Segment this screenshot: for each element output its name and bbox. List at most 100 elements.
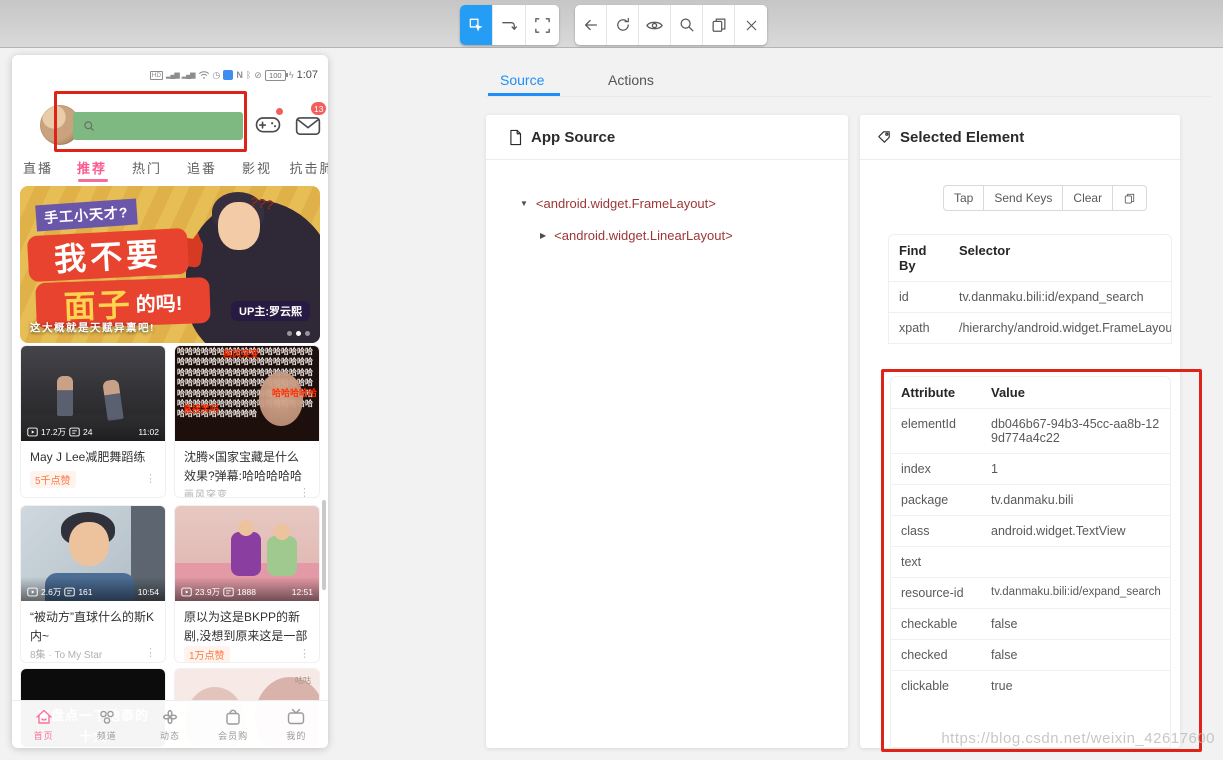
app-source-panel: App Source ▼ <android.widget.FrameLayout…	[486, 115, 848, 748]
table-row: package tv.danmaku.bili	[891, 484, 1170, 515]
session-toolbar	[575, 5, 767, 45]
mute-icon: ⊘	[254, 70, 262, 81]
attribute-key: resource-id	[891, 578, 981, 608]
swipe-by-coordinates-button[interactable]	[493, 5, 526, 45]
danmaku-count: 1888	[237, 587, 256, 597]
phone-scrollbar[interactable]	[322, 500, 326, 590]
video-thumbnail: 17.2万 24 11:02	[21, 346, 165, 441]
nav-shop[interactable]: 会员购	[202, 701, 265, 748]
nav-label: 会员购	[218, 729, 248, 742]
nav-channels[interactable]: 频道	[75, 701, 138, 748]
tree-node-linearlayout[interactable]: ▶ <android.widget.LinearLayout>	[540, 228, 733, 243]
signal2-icon: ▂▄▆	[182, 71, 195, 79]
attribute-value: false	[981, 640, 1170, 670]
frame-icon	[533, 16, 552, 35]
messages-button[interactable]	[295, 115, 321, 142]
table-row: elementId db046b67-94b3-45cc-aa8b-129d77…	[891, 408, 1170, 453]
tab-recommend[interactable]: 推荐	[68, 158, 116, 177]
find-by-value: tv.danmaku.bili:id/expand_search	[949, 282, 1171, 312]
card-menu-icon[interactable]: ⋮	[145, 474, 156, 485]
nav-label: 首页	[34, 729, 54, 742]
banner-carousel[interactable]: ??? 手工小天才? 我不要 面子 的吗! 这大概就是天赋异禀吧! UP主:罗云…	[20, 186, 320, 343]
tab-bangumi[interactable]: 追番	[178, 158, 226, 177]
notification-dot	[276, 108, 283, 115]
video-card[interactable]: 17.2万 24 11:02 May J Lee减肥舞蹈练版 5千点赞 ⋮	[20, 345, 166, 498]
tab-cinema[interactable]: 影视	[233, 158, 281, 177]
video-tag: 8集 · To My Star	[30, 646, 102, 661]
column-header: Value	[981, 377, 1170, 408]
table-row: xpath /hierarchy/android.widget.FrameLay…	[889, 312, 1171, 343]
copy-source-button[interactable]	[703, 5, 735, 45]
banner-badge: 手工小天才?	[35, 199, 137, 232]
attribute-key: class	[891, 516, 981, 546]
nfc-icon: N	[236, 70, 243, 80]
banner-title-text1: 我不要	[53, 229, 163, 281]
refresh-button[interactable]	[607, 5, 639, 45]
video-card[interactable]: 23.9万 1888 12:51 原以为这是BKPP的新剧,没想到原来这是一部超…	[174, 505, 320, 663]
carousel-dots[interactable]	[287, 331, 310, 336]
message-badge: 13	[311, 102, 326, 115]
banner-title-line1: 我不要	[27, 228, 189, 282]
copy-attributes-button[interactable]	[1112, 185, 1147, 211]
caret-down-icon[interactable]: ▼	[520, 199, 528, 208]
active-tab-underline	[78, 179, 108, 182]
status-time: 1:07	[297, 69, 318, 81]
search-bar-highlighted[interactable]	[73, 112, 243, 140]
table-header-row: Attribute Value	[891, 377, 1170, 408]
card-menu-icon[interactable]: ⋮	[145, 648, 156, 659]
screenshot-overlay-button[interactable]	[639, 5, 671, 45]
nav-mine[interactable]: 我的	[265, 701, 328, 748]
attribute-value: tv.danmaku.bili	[981, 485, 1170, 515]
tap-by-coordinates-button[interactable]	[526, 5, 559, 45]
tag-icon	[876, 129, 892, 145]
clear-button[interactable]: Clear	[1062, 185, 1113, 211]
search-button[interactable]	[671, 5, 703, 45]
charging-icon: ϟ	[289, 70, 294, 80]
video-thumbnail: 23.9万 1888 12:51	[175, 506, 319, 601]
copy-icon	[1123, 192, 1136, 205]
tree-node-framelayout[interactable]: ▼ <android.widget.FrameLayout>	[520, 196, 716, 211]
card-menu-icon[interactable]: ⋮	[299, 488, 310, 498]
video-card[interactable]: 哈哈哈哈哈哈哈哈哈哈哈哈哈哈哈哈哈哈哈哈哈哈哈哈哈哈哈哈哈哈哈哈哈哈哈哈哈哈哈哈…	[174, 345, 320, 498]
table-row: index 1	[891, 453, 1170, 484]
tab-hot[interactable]: 热门	[123, 158, 171, 177]
tab-source[interactable]: Source	[500, 72, 544, 88]
phone-status-bar: HD ▂▄▆ ▂▄▆ ◷ N ᛒ ⊘ 100 ϟ 1:07	[150, 69, 318, 81]
close-icon	[743, 17, 760, 34]
panel-title: App Source	[531, 129, 615, 146]
danmaku-count: 24	[83, 427, 92, 437]
attribute-value: false	[981, 609, 1170, 639]
nav-label: 动态	[160, 729, 180, 742]
nav-home[interactable]: 首页	[12, 701, 75, 748]
close-button[interactable]	[735, 5, 767, 45]
nav-activity[interactable]: 动态	[138, 701, 201, 748]
video-duration: 10:54	[138, 587, 159, 597]
tabs-divider	[486, 96, 1211, 97]
gamepad-icon	[254, 112, 282, 136]
danmaku-count: 161	[78, 587, 92, 597]
channels-icon	[97, 707, 117, 727]
caret-right-icon[interactable]: ▶	[540, 231, 546, 240]
attribute-key: checkable	[891, 609, 981, 639]
nav-label: 频道	[97, 729, 117, 742]
refresh-icon	[614, 16, 632, 34]
video-stats: 2.6万 161 10:54	[21, 577, 165, 601]
game-center-button[interactable]	[254, 112, 282, 141]
search-icon	[678, 16, 696, 34]
play-count: 2.6万	[41, 586, 61, 598]
play-count: 17.2万	[41, 426, 66, 438]
table-row: checked false	[891, 639, 1170, 670]
video-duration: 11:02	[138, 427, 159, 437]
send-keys-button[interactable]: Send Keys	[983, 185, 1063, 211]
select-elements-button[interactable]	[460, 5, 493, 45]
tab-live[interactable]: 直播	[14, 158, 62, 177]
back-button[interactable]	[575, 5, 607, 45]
tab-actions[interactable]: Actions	[608, 72, 654, 88]
card-menu-icon[interactable]: ⋮	[299, 649, 310, 660]
bluetooth-icon: ᛒ	[246, 70, 251, 80]
meme-red-text: 画风突变	[223, 347, 259, 360]
video-card[interactable]: 2.6万 161 10:54 “被动方”直球什么的斯K内~ 8集 · To My…	[20, 505, 166, 663]
tap-button[interactable]: Tap	[943, 185, 984, 211]
tab-covid[interactable]: 抗击肺	[288, 158, 328, 177]
phone-screenshot-panel[interactable]: HD ▂▄▆ ▂▄▆ ◷ N ᛒ ⊘ 100 ϟ 1:07	[12, 55, 328, 748]
